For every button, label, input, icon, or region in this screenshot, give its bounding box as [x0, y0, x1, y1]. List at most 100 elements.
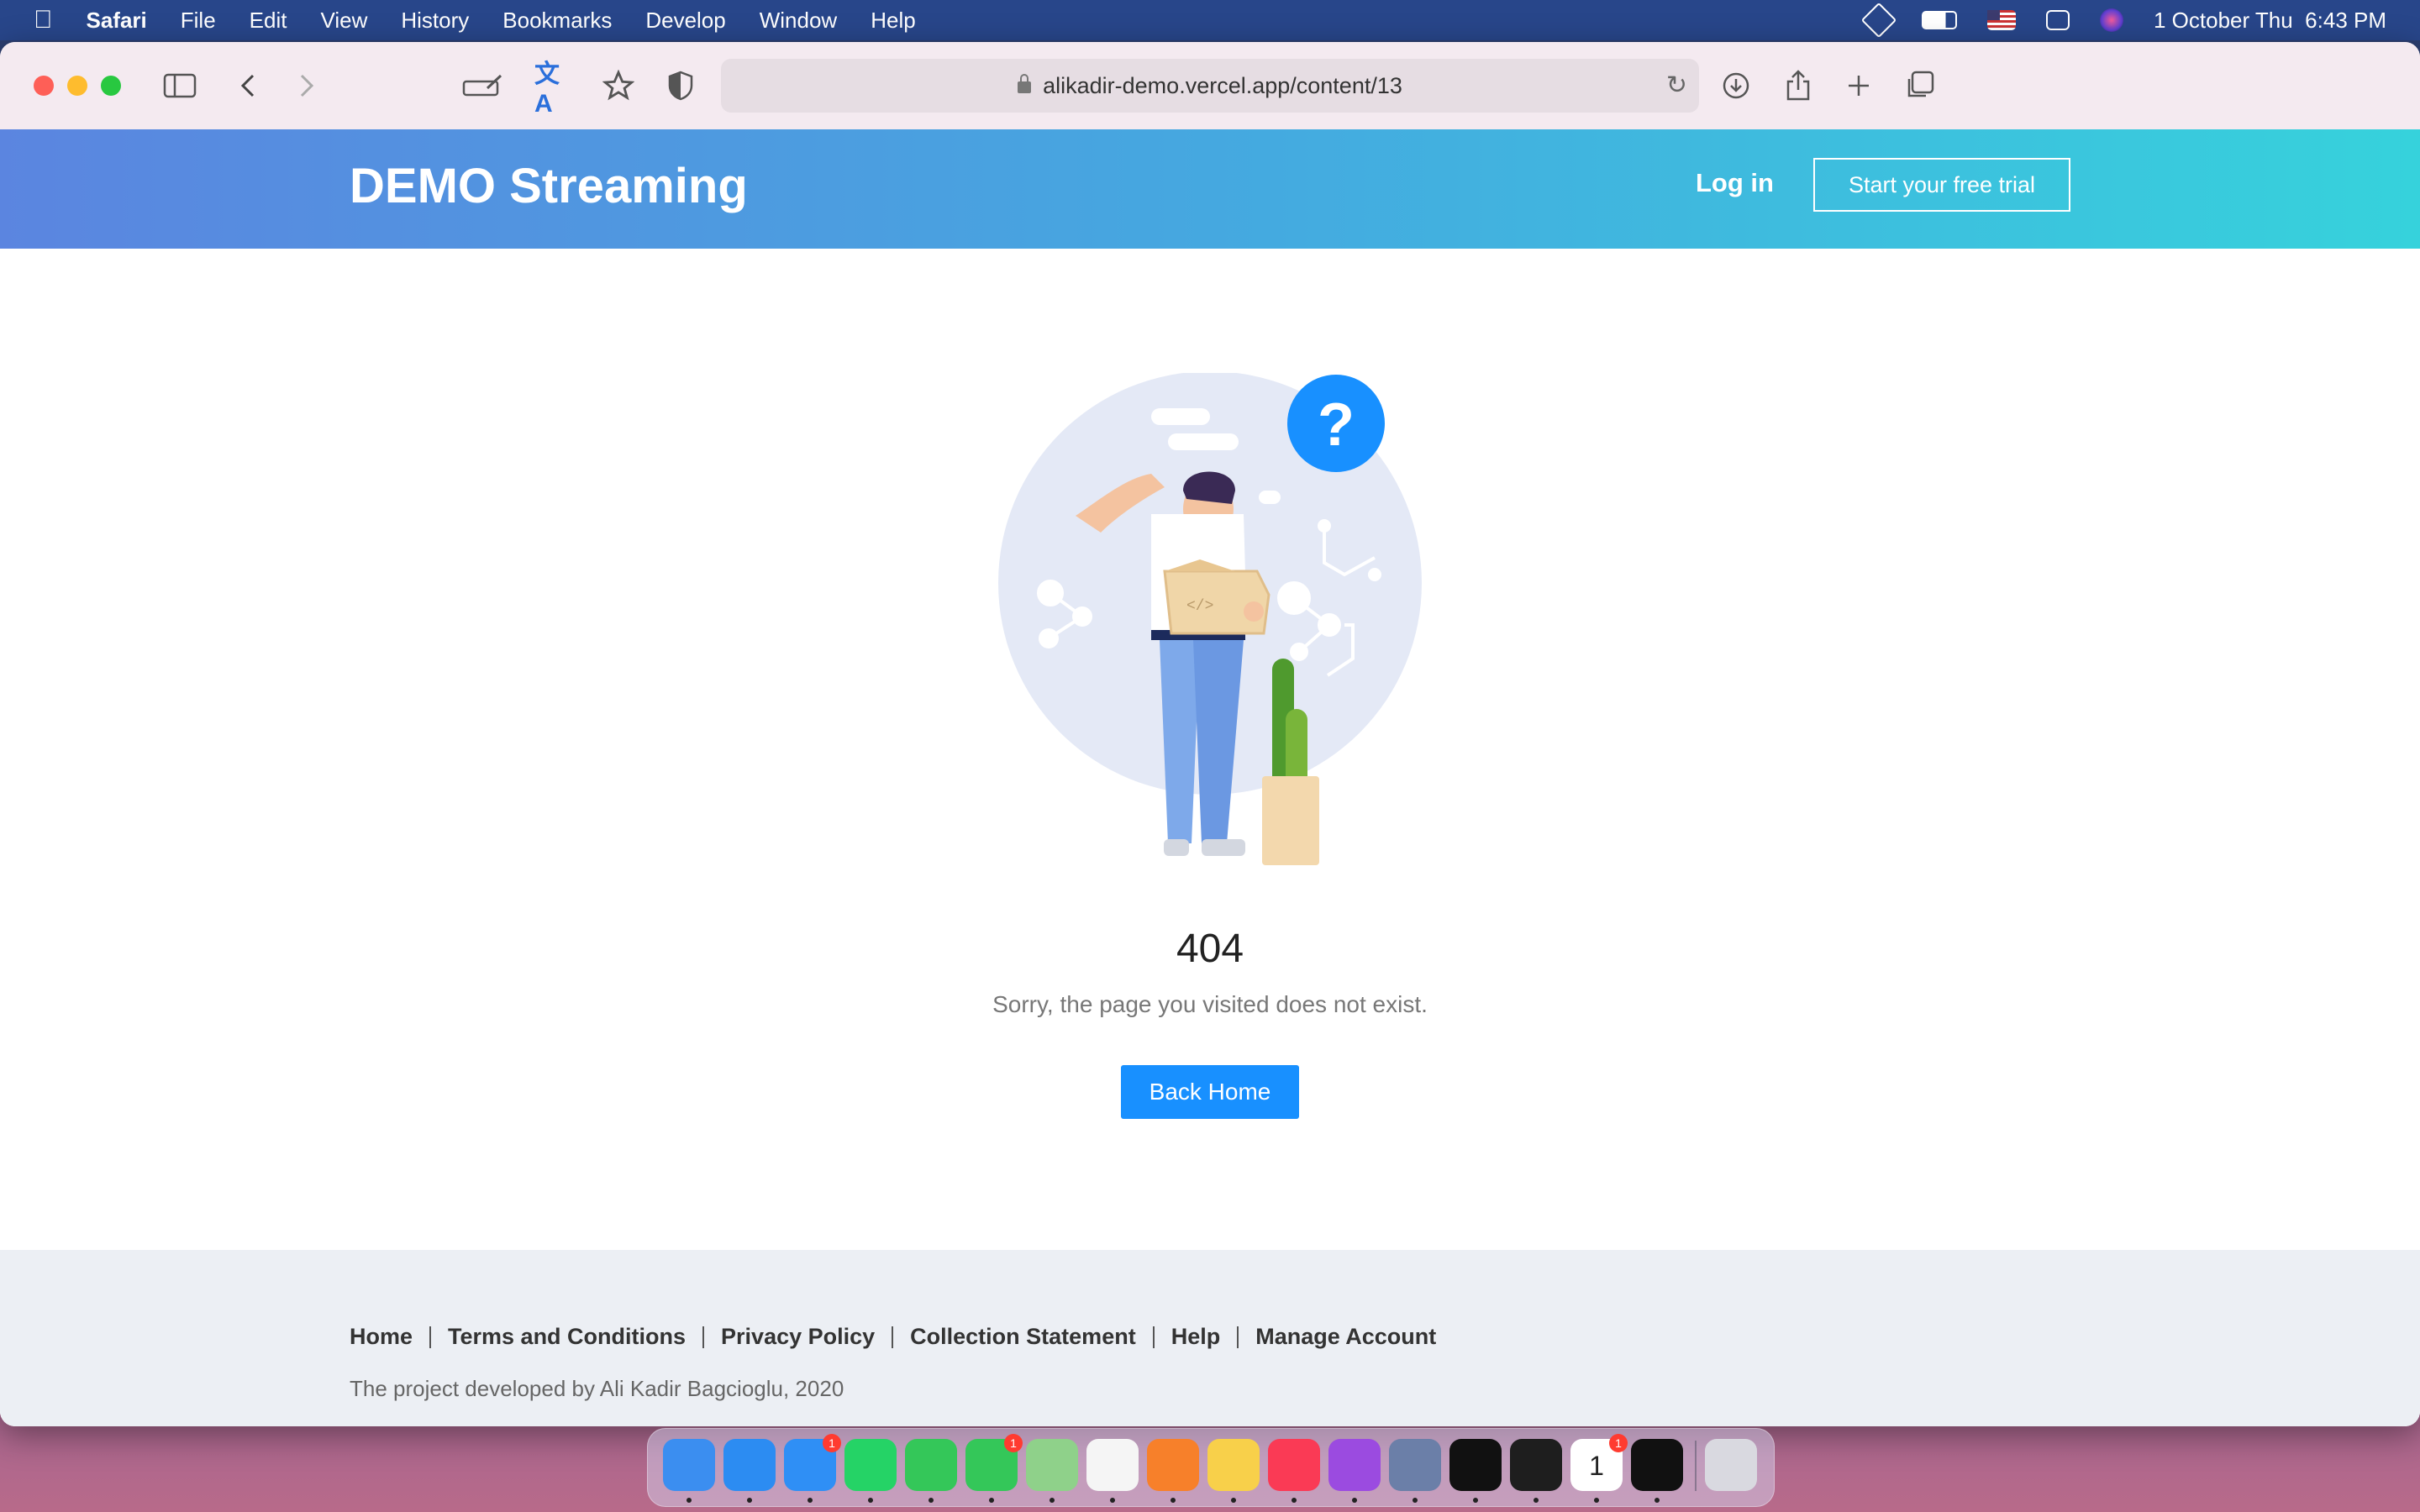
footer-link-manage-account[interactable]: Manage Account [1255, 1324, 1436, 1350]
webstorm-icon[interactable] [1449, 1439, 1502, 1491]
flag-us-icon[interactable] [1987, 10, 2016, 30]
running-indicator [1050, 1498, 1055, 1503]
footer-divider [429, 1326, 432, 1348]
running-indicator [747, 1498, 752, 1503]
footer-copyright: The project developed by Ali Kadir Bagci… [350, 1376, 844, 1401]
siri-icon[interactable] [2100, 8, 2123, 32]
address-bar[interactable]: alikadir-demo.vercel.app/content/13 ↻ [721, 59, 1699, 113]
mail-icon[interactable]: 1 [784, 1434, 841, 1491]
control-center-icon[interactable] [2046, 10, 2070, 30]
menu-app-name[interactable]: Safari [87, 8, 147, 34]
calendar-icon[interactable]: 11 [1570, 1434, 1628, 1491]
running-indicator [1292, 1498, 1297, 1503]
downloads-icon[interactable] [1719, 67, 1753, 104]
menu-history[interactable]: History [401, 8, 469, 34]
footer-divider [1152, 1326, 1155, 1348]
running-indicator [1534, 1498, 1539, 1503]
not-found-illustration: ? </> [998, 373, 1422, 865]
launchpad-icon[interactable] [1147, 1439, 1199, 1491]
forward-icon[interactable] [294, 67, 319, 104]
svg-text:?: ? [1318, 391, 1355, 459]
bookmark-star-icon[interactable] [600, 67, 637, 104]
footer-divider [1237, 1326, 1239, 1348]
running-indicator [929, 1498, 934, 1503]
terminal-icon[interactable] [1631, 1439, 1683, 1491]
running-indicator [1655, 1498, 1660, 1503]
privacy-shield-icon[interactable] [664, 67, 697, 104]
tab-overview-icon[interactable] [1902, 67, 1936, 104]
running-indicator [687, 1498, 692, 1503]
new-tab-icon[interactable] [1842, 67, 1876, 104]
running-indicator [1473, 1498, 1478, 1503]
menu-file[interactable]: File [181, 8, 216, 34]
browser-toolbar: 文A alikadir-demo.vercel.app/content/13 ↻ [0, 42, 2420, 130]
footer-links: Home Terms and Conditions Privacy Policy… [350, 1324, 1436, 1350]
reload-icon[interactable]: ↻ [1666, 71, 1687, 100]
menu-window[interactable]: Window [760, 8, 837, 34]
footer-divider [702, 1326, 705, 1348]
safari-icon[interactable] [723, 1439, 776, 1491]
browser-window: 文A alikadir-demo.vercel.app/content/13 ↻… [0, 42, 2420, 1426]
error-message: Sorry, the page you visited does not exi… [992, 991, 1428, 1017]
translate-icon[interactable]: 文A [534, 60, 571, 118]
menu-help[interactable]: Help [871, 8, 915, 34]
svg-text:</>: </> [1186, 598, 1213, 615]
address-bar-url: alikadir-demo.vercel.app/content/13 [1043, 72, 1402, 98]
share-icon[interactable] [1781, 67, 1815, 104]
music-icon[interactable] [1268, 1439, 1320, 1491]
back-home-button[interactable]: Back Home [1121, 1065, 1299, 1119]
figma-icon[interactable] [1510, 1439, 1562, 1491]
close-window-button[interactable] [34, 76, 54, 96]
messages-icon[interactable]: 1 [965, 1434, 1023, 1491]
notification-badge: 1 [1004, 1434, 1023, 1452]
facetime-icon[interactable] [905, 1439, 957, 1491]
podcasts-icon[interactable] [1328, 1439, 1381, 1491]
notification-badge: 1 [1609, 1434, 1628, 1452]
notes-icon[interactable] [1207, 1439, 1260, 1491]
menu-edit[interactable]: Edit [250, 8, 287, 34]
running-indicator [1110, 1498, 1115, 1503]
calendar-date-label: 1 [1589, 1451, 1604, 1481]
minimize-window-button[interactable] [67, 76, 87, 96]
free-trial-button[interactable]: Start your free trial [1813, 158, 2070, 212]
login-link[interactable]: Log in [1696, 168, 1774, 198]
menu-develop[interactable]: Develop [645, 8, 725, 34]
notification-badge: 1 [823, 1434, 841, 1452]
running-indicator [1413, 1498, 1418, 1503]
trash-icon[interactable] [1705, 1439, 1757, 1491]
site-header: DEMO Streaming Log in Start your free tr… [0, 129, 2420, 249]
menu-clock[interactable]: 1 October Thu 6:43 PM [2154, 8, 2386, 34]
maps-icon[interactable] [1026, 1439, 1078, 1491]
menu-bar:  Safari File Edit View History Bookmark… [0, 0, 2420, 40]
footer-link-collection[interactable]: Collection Statement [910, 1324, 1136, 1350]
running-indicator [868, 1498, 873, 1503]
running-indicator [1352, 1498, 1357, 1503]
running-indicator [1231, 1498, 1236, 1503]
footer-link-terms[interactable]: Terms and Conditions [448, 1324, 686, 1350]
site-footer: Home Terms and Conditions Privacy Policy… [0, 1250, 2420, 1426]
footer-link-help[interactable]: Help [1171, 1324, 1221, 1350]
menu-bookmarks[interactable]: Bookmarks [502, 8, 612, 34]
battery-icon[interactable] [1922, 11, 1957, 29]
finder-icon[interactable] [663, 1439, 715, 1491]
whatsapp-icon[interactable] [844, 1439, 897, 1491]
dock: 1111 [647, 1428, 1775, 1507]
markup-icon[interactable] [462, 67, 504, 104]
site-brand[interactable]: DEMO Streaming [350, 158, 748, 214]
running-indicator [1171, 1498, 1176, 1503]
dock-separator [1695, 1441, 1697, 1491]
running-indicator [989, 1498, 994, 1503]
zoom-window-button[interactable] [101, 76, 121, 96]
apple-menu-icon[interactable]:  [34, 6, 53, 34]
reminders-icon[interactable] [1086, 1439, 1139, 1491]
menu-view[interactable]: View [320, 8, 367, 34]
lock-icon [1018, 74, 1032, 93]
preview-icon[interactable] [1389, 1439, 1441, 1491]
back-icon[interactable] [235, 67, 260, 104]
running-indicator [1594, 1498, 1599, 1503]
footer-link-privacy[interactable]: Privacy Policy [721, 1324, 875, 1350]
footer-link-home[interactable]: Home [350, 1324, 413, 1350]
running-indicator [808, 1498, 813, 1503]
box-status-icon[interactable] [1860, 2, 1897, 39]
sidebar-icon[interactable] [163, 67, 197, 104]
